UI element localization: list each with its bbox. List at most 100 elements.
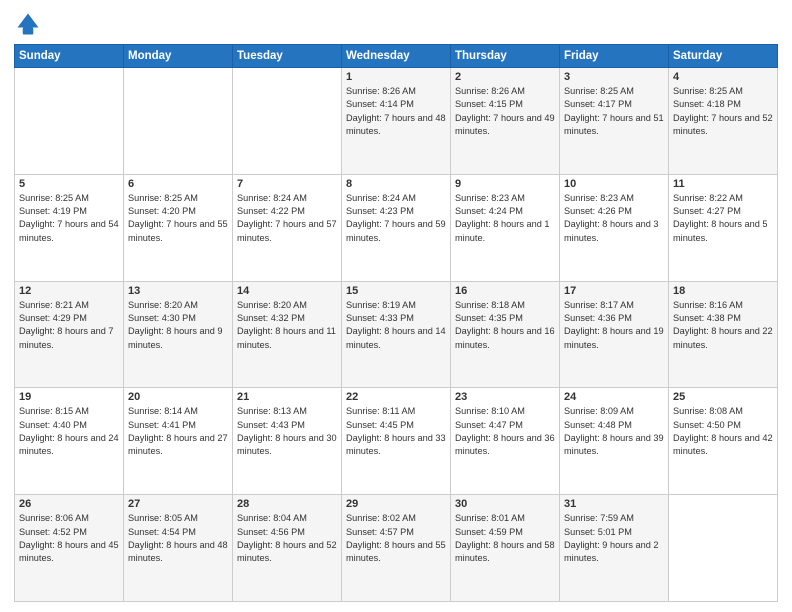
calendar-cell: 1 Sunrise: 8:26 AM Sunset: 4:14 PM Daylig… [342, 68, 451, 175]
calendar-cell: 12 Sunrise: 8:21 AM Sunset: 4:29 PM Dayli… [15, 281, 124, 388]
calendar-cell [15, 68, 124, 175]
calendar-cell: 3 Sunrise: 8:25 AM Sunset: 4:17 PM Daylig… [560, 68, 669, 175]
calendar-cell: 6 Sunrise: 8:25 AM Sunset: 4:20 PM Daylig… [124, 174, 233, 281]
day-number: 25 [673, 391, 773, 403]
calendar-week-row: 12 Sunrise: 8:21 AM Sunset: 4:29 PM Dayli… [15, 281, 778, 388]
calendar-cell: 20 Sunrise: 8:14 AM Sunset: 4:41 PM Dayli… [124, 388, 233, 495]
calendar-cell: 17 Sunrise: 8:17 AM Sunset: 4:36 PM Dayli… [560, 281, 669, 388]
calendar-body: 1 Sunrise: 8:26 AM Sunset: 4:14 PM Daylig… [15, 68, 778, 602]
calendar-cell: 26Sunrise: 8:06 AM Sunset: 4:52 PM Dayli… [15, 495, 124, 602]
weekday-header-monday: Monday [124, 45, 233, 68]
cell-content: Sunrise: 8:25 AM Sunset: 4:20 PM Dayligh… [128, 192, 228, 245]
weekday-header-saturday: Saturday [669, 45, 778, 68]
calendar-cell: 11Sunrise: 8:22 AM Sunset: 4:27 PM Dayli… [669, 174, 778, 281]
day-number: 14 [237, 285, 337, 297]
day-number: 30 [455, 498, 555, 510]
cell-content: Sunrise: 8:06 AM Sunset: 4:52 PM Dayligh… [19, 512, 119, 565]
day-number: 6 [128, 178, 228, 190]
cell-content: Sunrise: 8:26 AM Sunset: 4:14 PM Dayligh… [346, 85, 446, 138]
cell-content: Sunrise: 7:59 AM Sunset: 5:01 PM Dayligh… [564, 512, 664, 565]
calendar-cell: 8 Sunrise: 8:24 AM Sunset: 4:23 PM Daylig… [342, 174, 451, 281]
day-number: 17 [564, 285, 664, 297]
cell-content: Sunrise: 8:22 AM Sunset: 4:27 PM Dayligh… [673, 192, 773, 245]
cell-content: Sunrise: 8:01 AM Sunset: 4:59 PM Dayligh… [455, 512, 555, 565]
day-number: 21 [237, 391, 337, 403]
calendar-cell: 14 Sunrise: 8:20 AM Sunset: 4:32 PM Dayli… [233, 281, 342, 388]
weekday-header-tuesday: Tuesday [233, 45, 342, 68]
calendar-cell [233, 68, 342, 175]
cell-content: Sunrise: 8:08 AM Sunset: 4:50 PM Dayligh… [673, 405, 773, 458]
cell-content: Sunrise: 8:25 AM Sunset: 4:17 PM Dayligh… [564, 85, 664, 138]
weekday-header-wednesday: Wednesday [342, 45, 451, 68]
day-number: 16 [455, 285, 555, 297]
weekday-header-friday: Friday [560, 45, 669, 68]
calendar-cell [669, 495, 778, 602]
day-number: 15 [346, 285, 446, 297]
cell-content: Sunrise: 8:19 AM Sunset: 4:33 PM Dayligh… [346, 299, 446, 352]
cell-content: Sunrise: 8:23 AM Sunset: 4:26 PM Dayligh… [564, 192, 664, 245]
day-number: 8 [346, 178, 446, 190]
calendar-cell: 23 Sunrise: 8:10 AM Sunset: 4:47 PM Dayli… [451, 388, 560, 495]
calendar-cell: 24 Sunrise: 8:09 AM Sunset: 4:48 PM Dayli… [560, 388, 669, 495]
cell-content: Sunrise: 8:21 AM Sunset: 4:29 PM Dayligh… [19, 299, 119, 352]
day-number: 22 [346, 391, 446, 403]
day-number: 29 [346, 498, 446, 510]
calendar-cell: 2Sunrise: 8:26 AM Sunset: 4:15 PM Daylig… [451, 68, 560, 175]
weekday-header-sunday: Sunday [15, 45, 124, 68]
calendar-cell: 29 Sunrise: 8:02 AM Sunset: 4:57 PM Dayli… [342, 495, 451, 602]
calendar-week-row: 5Sunrise: 8:25 AM Sunset: 4:19 PM Daylig… [15, 174, 778, 281]
page: SundayMondayTuesdayWednesdayThursdayFrid… [0, 0, 792, 612]
cell-content: Sunrise: 8:17 AM Sunset: 4:36 PM Dayligh… [564, 299, 664, 352]
day-number: 4 [673, 71, 773, 83]
day-number: 23 [455, 391, 555, 403]
cell-content: Sunrise: 8:18 AM Sunset: 4:35 PM Dayligh… [455, 299, 555, 352]
logo-icon [14, 10, 42, 38]
cell-content: Sunrise: 8:20 AM Sunset: 4:30 PM Dayligh… [128, 299, 228, 352]
cell-content: Sunrise: 8:16 AM Sunset: 4:38 PM Dayligh… [673, 299, 773, 352]
day-number: 13 [128, 285, 228, 297]
cell-content: Sunrise: 8:09 AM Sunset: 4:48 PM Dayligh… [564, 405, 664, 458]
day-number: 28 [237, 498, 337, 510]
calendar-header: SundayMondayTuesdayWednesdayThursdayFrid… [15, 45, 778, 68]
calendar-cell: 25 Sunrise: 8:08 AM Sunset: 4:50 PM Dayli… [669, 388, 778, 495]
calendar-cell: 5Sunrise: 8:25 AM Sunset: 4:19 PM Daylig… [15, 174, 124, 281]
cell-content: Sunrise: 8:13 AM Sunset: 4:43 PM Dayligh… [237, 405, 337, 458]
calendar-cell: 16 Sunrise: 8:18 AM Sunset: 4:35 PM Dayli… [451, 281, 560, 388]
day-number: 9 [455, 178, 555, 190]
day-number: 3 [564, 71, 664, 83]
calendar-cell: 10Sunrise: 8:23 AM Sunset: 4:26 PM Dayli… [560, 174, 669, 281]
day-number: 2 [455, 71, 555, 83]
calendar-table: SundayMondayTuesdayWednesdayThursdayFrid… [14, 44, 778, 602]
weekday-header-thursday: Thursday [451, 45, 560, 68]
weekday-row: SundayMondayTuesdayWednesdayThursdayFrid… [15, 45, 778, 68]
cell-content: Sunrise: 8:15 AM Sunset: 4:40 PM Dayligh… [19, 405, 119, 458]
cell-content: Sunrise: 8:20 AM Sunset: 4:32 PM Dayligh… [237, 299, 337, 352]
cell-content: Sunrise: 8:05 AM Sunset: 4:54 PM Dayligh… [128, 512, 228, 565]
cell-content: Sunrise: 8:11 AM Sunset: 4:45 PM Dayligh… [346, 405, 446, 458]
logo [14, 10, 46, 38]
calendar-cell: 19Sunrise: 8:15 AM Sunset: 4:40 PM Dayli… [15, 388, 124, 495]
cell-content: Sunrise: 8:10 AM Sunset: 4:47 PM Dayligh… [455, 405, 555, 458]
calendar-cell: 21 Sunrise: 8:13 AM Sunset: 4:43 PM Dayli… [233, 388, 342, 495]
day-number: 12 [19, 285, 119, 297]
cell-content: Sunrise: 8:02 AM Sunset: 4:57 PM Dayligh… [346, 512, 446, 565]
calendar-cell: 27Sunrise: 8:05 AM Sunset: 4:54 PM Dayli… [124, 495, 233, 602]
calendar-week-row: 1 Sunrise: 8:26 AM Sunset: 4:14 PM Daylig… [15, 68, 778, 175]
day-number: 1 [346, 71, 446, 83]
cell-content: Sunrise: 8:24 AM Sunset: 4:23 PM Dayligh… [346, 192, 446, 245]
day-number: 7 [237, 178, 337, 190]
cell-content: Sunrise: 8:25 AM Sunset: 4:18 PM Dayligh… [673, 85, 773, 138]
cell-content: Sunrise: 8:14 AM Sunset: 4:41 PM Dayligh… [128, 405, 228, 458]
calendar-cell: 4 Sunrise: 8:25 AM Sunset: 4:18 PM Daylig… [669, 68, 778, 175]
calendar-cell: 31 Sunrise: 7:59 AM Sunset: 5:01 PM Dayli… [560, 495, 669, 602]
calendar-cell: 9 Sunrise: 8:23 AM Sunset: 4:24 PM Daylig… [451, 174, 560, 281]
cell-content: Sunrise: 8:25 AM Sunset: 4:19 PM Dayligh… [19, 192, 119, 245]
calendar-cell: 28Sunrise: 8:04 AM Sunset: 4:56 PM Dayli… [233, 495, 342, 602]
calendar-cell: 7Sunrise: 8:24 AM Sunset: 4:22 PM Daylig… [233, 174, 342, 281]
calendar-cell: 30 Sunrise: 8:01 AM Sunset: 4:59 PM Dayli… [451, 495, 560, 602]
day-number: 20 [128, 391, 228, 403]
day-number: 24 [564, 391, 664, 403]
cell-content: Sunrise: 8:23 AM Sunset: 4:24 PM Dayligh… [455, 192, 555, 245]
calendar-cell: 15 Sunrise: 8:19 AM Sunset: 4:33 PM Dayli… [342, 281, 451, 388]
day-number: 31 [564, 498, 664, 510]
